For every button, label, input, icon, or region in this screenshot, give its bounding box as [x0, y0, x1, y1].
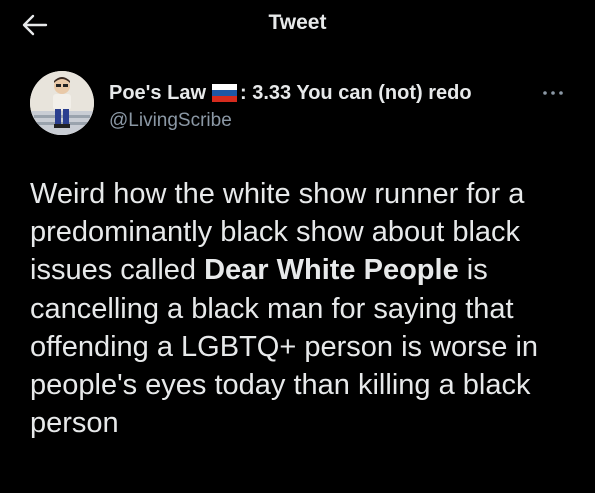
- more-options-button[interactable]: [540, 84, 566, 102]
- page-title: Tweet: [268, 11, 327, 34]
- russia-flag-icon: [212, 84, 238, 102]
- author-name-row[interactable]: Poe's Law : 3.33 You can (not) redo: [109, 80, 472, 106]
- top-bar: Tweet: [0, 0, 595, 50]
- tweet-text-bold: Dear White People: [204, 254, 459, 287]
- more-horizontal-icon: [543, 91, 563, 95]
- author-handle[interactable]: @LivingScribe: [109, 110, 232, 132]
- cartoon-avatar-icon: [30, 71, 94, 135]
- tweet-text: Weird how the white show runner for a pr…: [30, 175, 575, 442]
- author-name-suffix[interactable]: : 3.33 You can (not) redo: [240, 82, 472, 105]
- author-name[interactable]: Poe's Law: [109, 82, 206, 105]
- avatar[interactable]: [30, 71, 94, 135]
